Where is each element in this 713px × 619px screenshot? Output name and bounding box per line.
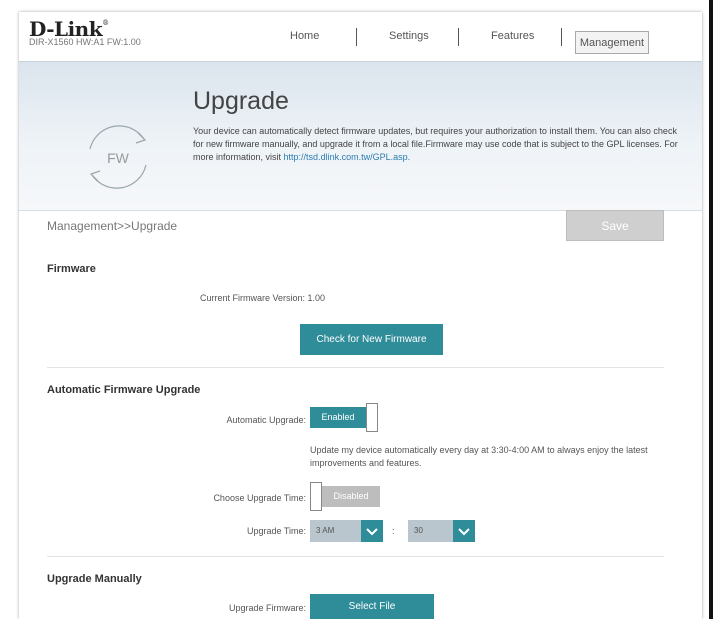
gpl-link[interactable]: http://tsd.dlink.com.tw/GPL.asp. (284, 152, 411, 162)
divider (47, 556, 664, 557)
section-title-upgrade-manually: Upgrade Manually (47, 573, 142, 585)
window-edge (709, 0, 713, 619)
automatic-upgrade-label: Automatic Upgrade: (226, 415, 306, 425)
breadcrumb: Management>>Upgrade (47, 219, 178, 233)
section-title-firmware: Firmware (47, 263, 96, 275)
save-button[interactable]: Save (566, 210, 664, 241)
model-info: DIR-X1560 HW:A1 FW:1.00 (29, 37, 141, 47)
section-title-auto-upgrade: Automatic Firmware Upgrade (47, 384, 201, 396)
toggle-knob (366, 403, 378, 432)
upgrade-hour-select[interactable]: 3 AM (310, 520, 383, 542)
current-firmware-label: Current Firmware Version: 1.00 (200, 293, 326, 303)
nav-settings[interactable]: Settings (389, 30, 429, 42)
toggle-knob (310, 482, 322, 511)
chevron-down-icon (453, 520, 475, 542)
page-title: Upgrade (193, 87, 289, 115)
chevron-down-icon (361, 520, 383, 542)
divider (47, 367, 664, 368)
nav-management[interactable]: Management (575, 31, 649, 54)
upgrade-time-label: Upgrade Time: (246, 526, 306, 536)
current-firmware-value: 1.00 (307, 293, 326, 303)
refresh-arrows-icon: FW (76, 115, 160, 204)
page-description: Your device can automatically detect fir… (193, 126, 678, 162)
nav-separator (561, 28, 562, 46)
choose-upgrade-time-label: Choose Upgrade Time: (213, 493, 306, 503)
auto-upgrade-info: Update my device automatically every day… (310, 445, 648, 468)
upgrade-firmware-label: Upgrade Firmware: (228, 603, 306, 613)
time-separator: : (392, 526, 395, 536)
nav-features[interactable]: Features (491, 30, 534, 42)
select-file-button[interactable]: Select File (310, 594, 434, 619)
upgrade-hour-value: 3 AM (316, 526, 335, 535)
check-new-firmware-button[interactable]: Check for New Firmware (300, 324, 443, 355)
upgrade-minute-select[interactable]: 30 (408, 520, 475, 542)
automatic-upgrade-toggle[interactable]: Enabled (310, 403, 380, 432)
toggle-state-label: Enabled (310, 407, 366, 428)
nav-home[interactable]: Home (290, 30, 319, 42)
choose-upgrade-time-toggle[interactable]: Disabled (310, 482, 380, 511)
svg-text:FW: FW (107, 150, 130, 166)
nav-separator (458, 28, 459, 46)
upgrade-minute-value: 30 (414, 526, 423, 535)
nav-separator (356, 28, 357, 46)
toggle-state-label: Disabled (322, 486, 380, 507)
